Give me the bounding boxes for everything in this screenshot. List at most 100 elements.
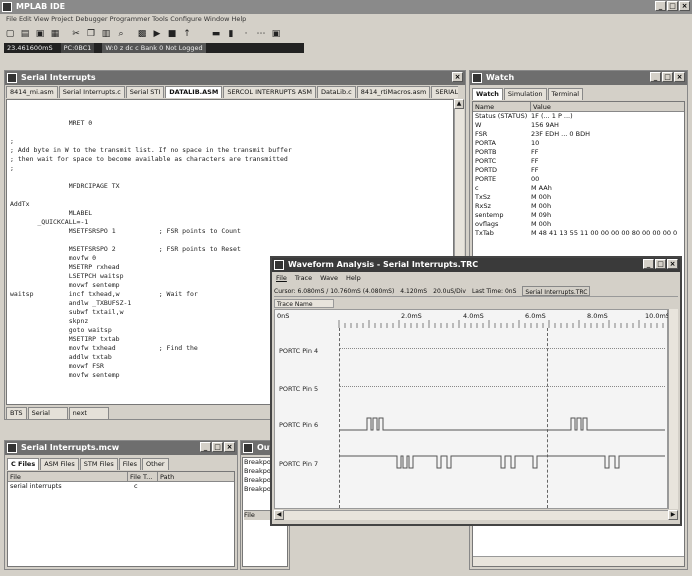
watch-close-button[interactable]: × [674,72,685,82]
watch-row[interactable]: TxTab M 48 41 13 55 11 00 00 00 00 80 00 … [473,229,684,238]
watch-value: FF [531,166,539,174]
copy-icon[interactable]: ❐ [85,28,97,40]
watch-hscrollbar[interactable] [473,556,684,566]
files-tab[interactable]: ASM Files [40,458,79,470]
terminal-tab[interactable]: Terminal [547,88,584,100]
code-line: ; Add byte in W to the transmit list. If… [10,146,292,154]
minimize-button[interactable]: _ [655,1,666,11]
editor-tab[interactable]: SERCOL INTERRUPTS ASM [223,86,317,98]
reset-icon[interactable]: ▬ [210,28,222,40]
step-icon[interactable]: ↑ [181,28,193,40]
menu-bar[interactable]: File Edit View Project Debugger Programm… [0,14,692,25]
files-maximize-button[interactable]: □ [212,442,223,452]
watch-row[interactable]: PORTD FF [473,166,684,175]
paste-icon[interactable]: ▥ [100,28,112,40]
files-col-file[interactable]: File [8,472,128,481]
step-over-icon[interactable]: ⋯ [255,28,267,40]
status-info: W:0 z dc c Bank 0 Not Logged [102,43,206,53]
code-line: MLABEL [10,209,93,217]
watch-row[interactable]: RxSz M 00h [473,202,684,211]
editor-tab[interactable]: SERIAL INT1 [431,86,458,98]
waveform-plot[interactable]: 0nS 2.0mS 4.0mS 6.0mS 8.0mS 10.0mS PORTC… [274,309,670,509]
watch-col-name[interactable]: Name [473,102,531,111]
watch-row[interactable]: PORTB FF [473,148,684,157]
run-icon[interactable]: ▶ [151,28,163,40]
waveform-hscrollbar[interactable]: ◀ ▶ [274,510,678,520]
print-icon[interactable]: ▦ [49,28,61,40]
watch-value: M 00h [531,220,552,228]
scroll-up-icon[interactable]: ▲ [454,99,464,109]
breakpoint-icon[interactable]: ▣ [270,28,282,40]
open-icon[interactable]: ▤ [19,28,31,40]
maximize-button[interactable]: □ [667,1,678,11]
step-into-icon[interactable]: · [240,28,252,40]
watch-row[interactable]: ovflags M 00h [473,220,684,229]
watch-symbol: ovflags [475,220,499,228]
watch-tab[interactable]: Watch [472,88,503,100]
editor-tab[interactable]: 8414_rtiMacros.asm [356,86,431,98]
files-minimize-button[interactable]: _ [200,442,211,452]
editor-close-button[interactable]: × [452,72,463,82]
files-tab[interactable]: Files [118,458,142,470]
watch-value: M 09h [531,211,552,219]
watch-symbol: c [475,184,479,192]
editor-tab-active[interactable]: DATALIB.ASM [165,86,223,98]
waveform-minimize-button[interactable]: _ [643,259,654,269]
watch-row[interactable]: PORTE 00 [473,175,684,184]
watch-row[interactable]: sentemp M 09h [473,211,684,220]
waveform-vscrollbar[interactable] [668,309,678,509]
waveform-close-button[interactable]: × [667,259,678,269]
save-icon[interactable]: ▣ [34,28,46,40]
menu-wave[interactable]: Wave [320,273,338,283]
scroll-right-icon[interactable]: ▶ [668,510,678,520]
watch-row[interactable]: FSR 23F EDH ... 0 BDH [473,130,684,139]
watch-row[interactable]: PORTC FF [473,157,684,166]
files-col-path[interactable]: Path [158,472,174,481]
files-list: File File T... Path serial interrupts c [7,471,235,567]
watch-minimize-button[interactable]: _ [650,72,661,82]
watch-row[interactable]: TxSz M 00h [473,193,684,202]
simulation-tab[interactable]: Simulation [503,88,547,100]
list-item[interactable]: serial interrupts c [8,482,234,491]
trace-label: PORTC Pin 5 [279,385,319,393]
editor-bottom-tab[interactable]: next [68,407,109,419]
menu-file[interactable]: File [276,273,287,283]
menu-trace[interactable]: Trace [295,273,312,283]
new-icon[interactable]: ▢ [4,28,16,40]
watch-row[interactable]: W 156 9AH [473,121,684,130]
cut-icon[interactable]: ✂ [70,28,82,40]
editor-tab[interactable]: Serial Interrupts.c [58,86,125,98]
files-tabs: C Files ASM Files STM Files Files Other [7,458,170,470]
menu-help[interactable]: Help [346,273,361,283]
editor-bottom-tab[interactable]: Serial [27,407,68,419]
waveform-maximize-button[interactable]: □ [655,259,666,269]
watch-row[interactable]: c M AAh [473,184,684,193]
watch-value: FF [531,148,539,156]
watch-row[interactable]: Status (STATUS) 1F (... 1 P ...) [473,112,684,121]
watch-value: 156 9AH [531,121,559,129]
editor-tab[interactable]: Serial STI [125,86,165,98]
build-icon[interactable]: ▩ [136,28,148,40]
halt-icon[interactable]: ■ [166,28,178,40]
watch-maximize-button[interactable]: □ [662,72,673,82]
files-tab[interactable]: C Files [7,458,40,470]
files-close-button[interactable]: × [224,442,235,452]
close-button[interactable]: × [679,1,690,11]
watch-symbol: W [475,121,482,129]
editor-bottom-tab[interactable]: BTS [6,407,27,419]
scroll-left-icon[interactable]: ◀ [274,510,284,520]
chart-icon[interactable]: ▮ [225,28,237,40]
time-ruler [338,320,664,328]
files-col-type[interactable]: File T... [128,472,158,481]
info-value2: 20.0uS/Div [433,288,466,295]
editor-tab[interactable]: DataLib.c [317,86,356,98]
watch-col-value[interactable]: Value [531,102,551,111]
files-tab[interactable]: Other [142,458,169,470]
files-tab[interactable]: STM Files [79,458,118,470]
editor-title: Serial Interrupts [21,73,96,82]
watch-row[interactable]: PORTA 10 [473,139,684,148]
editor-tab[interactable]: 8414_mi.asm [6,86,58,98]
find-icon[interactable]: ⌕ [115,28,127,40]
